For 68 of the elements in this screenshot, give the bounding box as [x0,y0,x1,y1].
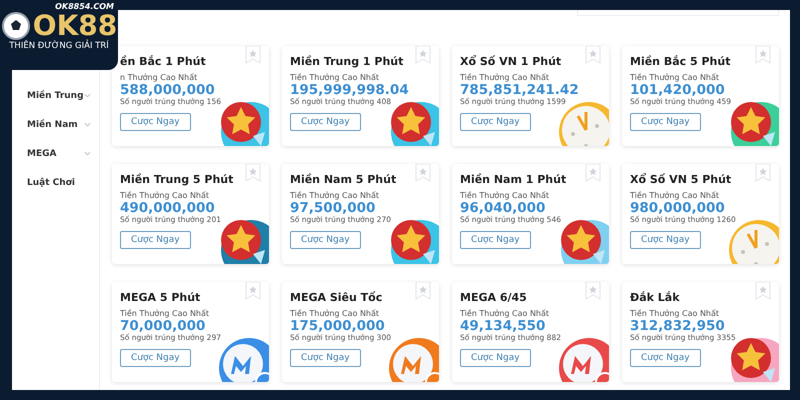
soccer-ball-icon [0,11,31,41]
bet-button[interactable]: Cược Ngay [630,349,701,367]
prize-label: Tiền Thưởng Cao Nhất [290,309,380,319]
prize-label: Tiền Thưởng Cao Nhất [460,191,550,201]
prize-label: Tiền Thưởng Cao Nhất [460,73,550,83]
logo-tagline: THIÊN ĐƯỜNG GIẢI TRÍ [9,41,109,51]
game-title: Đắk Lắk [630,291,681,304]
bet-button[interactable]: Cược Ngay [460,113,531,131]
prize-amount: 101,420,000 [630,83,726,97]
prize-label: n Thưởng Cao Nhất [120,73,198,83]
prize-amount: 980,000,000 [630,201,726,215]
prize-amount: 70,000,000 [120,319,206,333]
bet-button[interactable]: Cược Ngay [120,231,191,249]
prize-amount: 312,832,950 [630,319,726,333]
bet-button[interactable]: Cược Ngay [460,231,531,249]
sidebar-item[interactable]: MEGA [27,148,56,158]
game-title: MEGA 6/45 [460,291,528,304]
prize-amount: 175,000,000 [290,319,386,333]
prize-label: Tiền Thưởng Cao Nhất [630,191,720,201]
game-title: Xổ Số VN 5 Phút [630,173,732,186]
game-title: Miền Bắc 5 Phút [630,55,732,68]
bookmark-icon[interactable] [415,164,431,182]
bookmark-icon[interactable] [585,164,601,182]
bet-button[interactable]: Cược Ngay [630,231,701,249]
bookmark-icon[interactable] [755,282,771,300]
bookmark-icon[interactable] [415,282,431,300]
prize-amount: 97,500,000 [290,201,376,215]
game-title: Xổ Số VN 1 Phút [460,55,562,68]
prize-amount: 588,000,000 [120,83,216,97]
prize-amount: 490,000,000 [120,201,216,215]
prize-label: Tiền Thưởng Cao Nhất [120,309,210,319]
bookmark-icon[interactable] [245,164,261,182]
game-title: Miền Trung 5 Phút [120,173,234,186]
bet-button[interactable]: Cược Ngay [630,113,701,131]
bet-button[interactable]: Cược Ngay [290,231,361,249]
prize-label: Tiền Thưởng Cao Nhất [290,191,380,201]
prize-label: Tiền Thưởng Cao Nhất [630,73,720,83]
bet-button[interactable]: Cược Ngay [290,349,361,367]
prize-label: Tiền Thưởng Cao Nhất [460,309,550,319]
logo-brand: OK88 [32,11,118,41]
bet-button[interactable]: Cược Ngay [120,349,191,367]
prize-label: Tiền Thưởng Cao Nhất [630,309,720,319]
prize-amount: 49,134,550 [460,319,546,333]
bookmark-icon[interactable] [245,282,261,300]
logo-domain: OK8854.COM [55,2,114,11]
bet-button[interactable]: Cược Ngay [120,113,191,131]
bookmark-icon[interactable] [585,46,601,64]
prize-label: Tiền Thưởng Cao Nhất [290,73,380,83]
bet-button[interactable]: Cược Ngay [460,349,531,367]
prize-amount: 96,040,000 [460,201,546,215]
game-title: MEGA Siêu Tốc [290,291,384,304]
sidebar-item[interactable]: Miền Trung [27,90,84,100]
bookmark-icon[interactable] [585,282,601,300]
game-title: Miền Nam 5 Phút [290,173,398,186]
bookmark-icon[interactable] [245,46,261,64]
bookmark-icon[interactable] [755,46,771,64]
prize-amount: 785,851,241.42 [460,83,580,97]
bet-button[interactable]: Cược Ngay [290,113,361,131]
game-title: MEGA 5 Phút [120,291,202,304]
game-title: Miền Nam 1 Phút [460,173,568,186]
sidebar-item[interactable]: Miền Nam [27,120,78,130]
sidebar-item[interactable]: Luật Chơi [27,178,75,188]
bookmark-icon[interactable] [415,46,431,64]
game-title: ền Bắc 1 Phút [120,55,207,68]
game-title: Miền Trung 1 Phút [290,55,404,68]
prize-label: Tiền Thưởng Cao Nhất [120,191,210,201]
prize-amount: 195,999,998.04 [290,83,410,97]
bookmark-icon[interactable] [755,164,771,182]
